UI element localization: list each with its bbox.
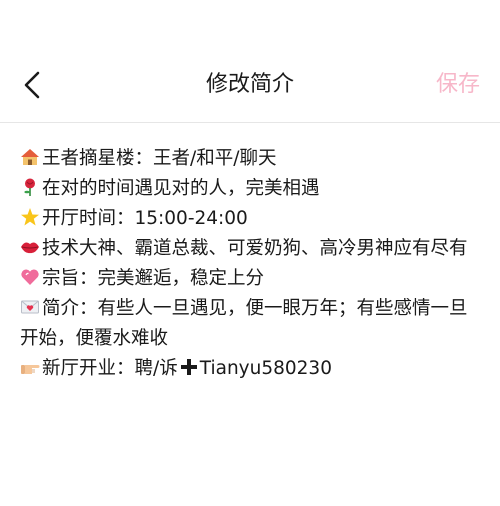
bio-line-text: 新厅开业：聘/诉 <box>42 358 178 379</box>
top-bar: 修改简介 保存 <box>0 0 500 123</box>
bio-line-4: 技术大神、霸道总裁、可爱奶狗、高冷男神应有尽有 <box>20 234 480 264</box>
bio-line-text: 技术大神、霸道总裁、可爱奶狗、高冷男神应有尽有 <box>42 238 468 259</box>
bio-line-text: 宗旨：完美邂逅，稳定上分 <box>42 268 265 289</box>
bio-line-text: 在对的时间遇见对的人，完美相遇 <box>42 178 320 199</box>
bio-line-text: 开厅时间：15:00-24:00 <box>42 208 248 229</box>
bio-line-5: 宗旨：完美邂逅，稳定上分 <box>20 264 480 294</box>
bio-line-6: 简介：有些人一旦遇见，便一眼万年；有些感情一旦开始，便覆水难收 <box>20 294 480 354</box>
bio-line-7: 新厅开业：聘/诉 Tianyu580230 <box>20 354 480 384</box>
page-title: 修改简介 <box>205 72 294 97</box>
bio-line-2: 在对的时间遇见对的人，完美相遇 <box>20 174 480 204</box>
love-letter-icon <box>21 300 39 314</box>
pointing-hand-icon <box>21 365 40 374</box>
bio-text-area[interactable]: 王者摘星楼：王者/和平/聊天 在对的时间遇见对的人，完美相遇 开厅时间：15:0… <box>20 144 480 384</box>
bio-line-text: 简介：有些人一旦遇见，便一眼万年；有些感情一旦开始，便覆水难收 <box>20 298 468 349</box>
lips-icon <box>21 242 39 254</box>
save-button[interactable]: 保存 <box>436 70 480 100</box>
plus-icon <box>180 359 197 375</box>
heart-icon <box>21 269 39 285</box>
bio-line-text: 王者摘星楼：王者/和平/聊天 <box>42 148 277 169</box>
bio-line-1: 王者摘星楼：王者/和平/聊天 <box>20 144 480 174</box>
star-icon <box>21 208 39 226</box>
bio-line-text: Tianyu580230 <box>199 358 332 379</box>
bio-line-3: 开厅时间：15:00-24:00 <box>20 204 480 234</box>
rose-icon <box>24 178 35 196</box>
house-icon <box>21 149 39 165</box>
